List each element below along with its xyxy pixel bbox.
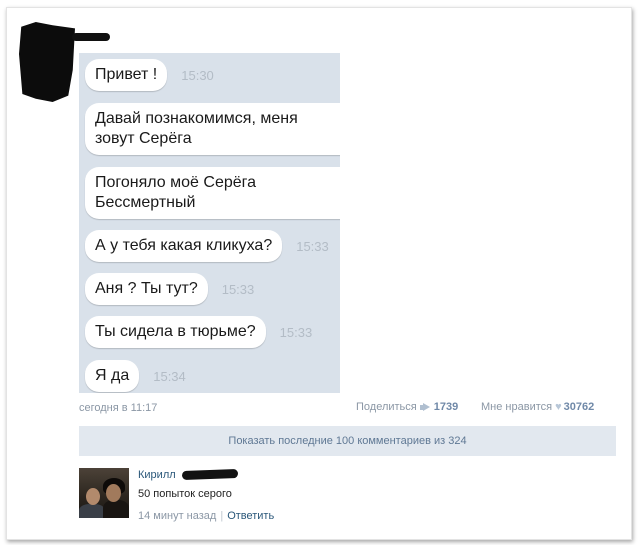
like-count: 30762 [563,401,595,413]
post-date-link[interactable]: сегодня в 11:17 [79,402,157,414]
chat-message: Привет ! 15:30 [85,59,214,91]
avatar-face [106,484,121,502]
comment-text: 50 попыток серого [138,488,232,500]
avatar-figure [103,500,129,518]
reply-link[interactable]: Ответить [227,510,274,522]
message-time: 15:30 [181,67,214,83]
message-bubble: Привет ! [85,59,168,91]
comment-meta: 14 минут назад | Ответить [138,510,274,522]
comment-time[interactable]: 14 минут назад [138,510,216,522]
comment-separator: | [220,510,224,522]
heart-icon: ♥ [555,400,562,413]
chat-screenshot-image: Привет ! 15:30 Давай познакомимся, меня … [79,53,340,393]
chat-message: Давай познакомимся, меня зовут Серёга [85,103,340,155]
message-bubble: Аня ? Ты тут? [85,273,208,305]
message-bubble: А у тебя какая кликуха? [85,230,283,262]
message-time: 15:33 [296,238,329,254]
megaphone-icon [419,403,431,412]
message-bubble: Ты сидела в тюрьме? [85,316,266,348]
show-more-comments-button[interactable]: Показать последние 100 комментариев из 3… [79,426,616,456]
chat-message: Я да 15:34 [85,360,186,392]
commenter-avatar[interactable] [79,468,129,518]
message-bubble: Я да [85,360,140,392]
share-button[interactable]: Поделиться 1739 [356,401,458,413]
message-time: 15:33 [221,281,255,297]
redacted-author-name [72,33,110,41]
chat-message: Ты сидела в тюрьме? 15:33 [85,316,312,348]
share-label: Поделиться [356,401,417,413]
avatar-face [86,488,100,505]
message-time: 15:33 [279,324,313,340]
message-time: 15:34 [153,368,186,384]
chat-message: Погоняло моё Серёга Бессмертный [85,167,340,219]
chat-message: Аня ? Ты тут? 15:33 [85,273,254,305]
like-button[interactable]: Мне нравится ♥ 30762 [481,401,594,413]
chat-message: А у тебя какая кликуха? 15:33 [85,230,329,262]
redacted-author-avatar [19,22,75,102]
avatar-figure [79,504,105,518]
share-count: 1739 [433,401,459,413]
comment-author-link[interactable]: Кирилл [138,469,176,481]
message-bubble: Погоняло моё Серёга Бессмертный [85,167,340,219]
like-label: Мне нравится [481,401,553,413]
message-bubble: Давай познакомимся, меня зовут Серёга [85,103,340,155]
